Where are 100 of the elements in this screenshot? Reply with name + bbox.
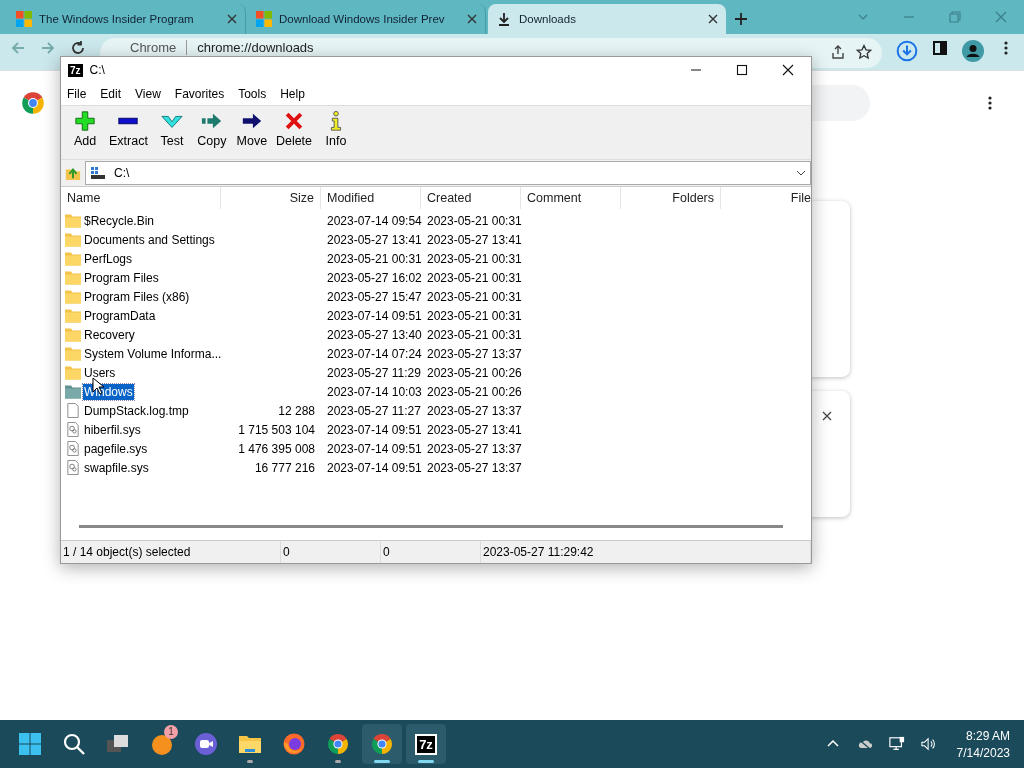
toolbar-button[interactable]: Move [231,109,272,149]
plus-icon [74,110,96,132]
toolbar-button[interactable]: Delete [271,109,317,149]
file-name[interactable]: $Recycle.Bin [83,212,156,229]
created-date: 2023-05-27 13:37 [426,403,521,418]
modified-date: 2023-05-27 13:40 [326,327,421,342]
column-header[interactable]: Size [221,187,321,209]
column-header[interactable]: Modified [321,187,421,209]
menu-item[interactable]: View [135,87,161,101]
folder-icon [65,251,81,266]
modified-date: 2023-05-27 15:47 [326,289,421,304]
modified-date: 2023-07-14 07:24 [326,346,421,361]
windows-logo-icon [256,11,272,27]
created-date: 2023-05-21 00:31 [426,289,521,304]
taskbar-button[interactable]: 1 [142,724,182,764]
close-tab-icon[interactable] [227,14,237,24]
file-name[interactable]: pagefile.sys [83,440,149,457]
created-date: 2023-05-27 13:37 [426,460,521,475]
folder-icon [65,213,81,228]
folder-icon [65,308,81,323]
file-name[interactable]: PerfLogs [83,250,134,267]
file-size: 12 288 [277,403,316,418]
menu-item[interactable]: Favorites [174,87,225,101]
toolbar-button[interactable]: Info [316,109,357,149]
file-icon [65,403,81,418]
file-name[interactable]: DumpStack.log.tmp [83,402,190,419]
app-logo: 7z [68,63,83,77]
file-name[interactable]: hiberfil.sys [83,421,142,438]
file-size: 1 715 503 104 [237,422,316,437]
toolbar-button[interactable]: Test [151,109,192,149]
download-icon [496,11,512,27]
drive-icon [90,166,106,180]
profile-icon[interactable] [962,40,984,62]
notification-badge: 1 [164,725,178,739]
file-name[interactable]: swapfile.sys [83,459,150,476]
file-name[interactable]: Recovery [83,326,136,343]
star-icon[interactable] [856,44,872,60]
file-name[interactable]: ProgramData [83,307,157,324]
menu-item[interactable]: Edit [100,87,122,101]
created-date: 2023-05-21 00:31 [426,251,521,266]
browser-tab[interactable]: Downloads [488,4,726,34]
clock[interactable]: 8:29 AM 7/14/2023 [956,728,1010,760]
menu-item[interactable]: File [67,87,87,101]
dropdown-caret-icon[interactable] [796,170,806,176]
taskbar-button[interactable] [362,724,402,764]
folder-up-icon[interactable] [65,165,81,181]
column-header[interactable]: File [721,187,811,209]
menu-item[interactable]: Tools [238,87,267,101]
maximize-icon[interactable] [736,64,748,76]
reload-icon[interactable] [70,40,86,56]
created-date: 2023-05-21 00:31 [426,308,521,323]
close-tab-icon[interactable] [467,14,477,24]
modified-date: 2023-07-14 09:54 [326,213,421,228]
modified-date: 2023-07-14 09:51 [326,460,421,475]
file-name[interactable]: System Volume Informa... [83,345,223,362]
search-field[interactable] [812,85,870,121]
toolbar-button[interactable]: Copy [191,109,232,149]
system-file-icon [65,422,81,437]
status-field: 0 [381,541,481,563]
download-icon[interactable] [896,40,918,62]
horizontal-scrollbar[interactable] [79,525,783,528]
created-date: 2023-05-21 00:31 [426,213,521,228]
close-icon[interactable] [782,64,794,76]
close-icon[interactable] [822,411,832,421]
close-tab-icon[interactable] [708,14,718,24]
status-field: 0 [281,541,381,563]
modified-date: 2023-05-21 00:31 [326,251,421,266]
volume-icon[interactable] [920,736,937,752]
column-header[interactable]: Folders [621,187,721,209]
column-header[interactable]: Comment [521,187,621,209]
system-file-icon [65,441,81,456]
toolbar-button[interactable]: Extract [105,109,152,149]
taskbar-button[interactable]: 7z [406,724,446,764]
file-name[interactable]: Documents and Settings [83,231,216,248]
folder-icon [65,365,81,380]
modified-date: 2023-05-27 16:02 [326,270,421,285]
file-name[interactable]: Program Files (x86) [83,288,191,305]
folder-icon [65,289,81,304]
chrome-icon [370,732,394,756]
new-tab-icon[interactable] [734,12,748,26]
folder-icon [65,270,81,285]
toolbar-button[interactable]: Add [65,109,105,149]
modified-date: 2023-07-14 09:51 [326,308,421,323]
system-file-icon [65,460,81,475]
side-panel-icon[interactable] [932,40,948,56]
status-field: 2023-05-27 11:29:42 [481,541,811,563]
column-header[interactable]: Name [61,187,221,209]
created-date: 2023-05-21 00:31 [426,327,521,342]
folder-icon [65,327,81,342]
created-date: 2023-05-27 13:41 [426,232,521,247]
column-header[interactable]: Created [421,187,521,209]
path-field[interactable]: C:\ [85,161,811,185]
share-icon[interactable] [830,44,846,60]
created-date: 2023-05-27 13:37 [426,346,521,361]
network-icon[interactable] [888,736,905,752]
file-name[interactable]: Users [83,364,117,381]
created-date: 2023-05-21 00:31 [426,270,521,285]
modified-date: 2023-07-14 10:03 [326,384,421,399]
menu-item[interactable]: Help [280,87,305,101]
file-name[interactable]: Program Files [83,269,160,286]
